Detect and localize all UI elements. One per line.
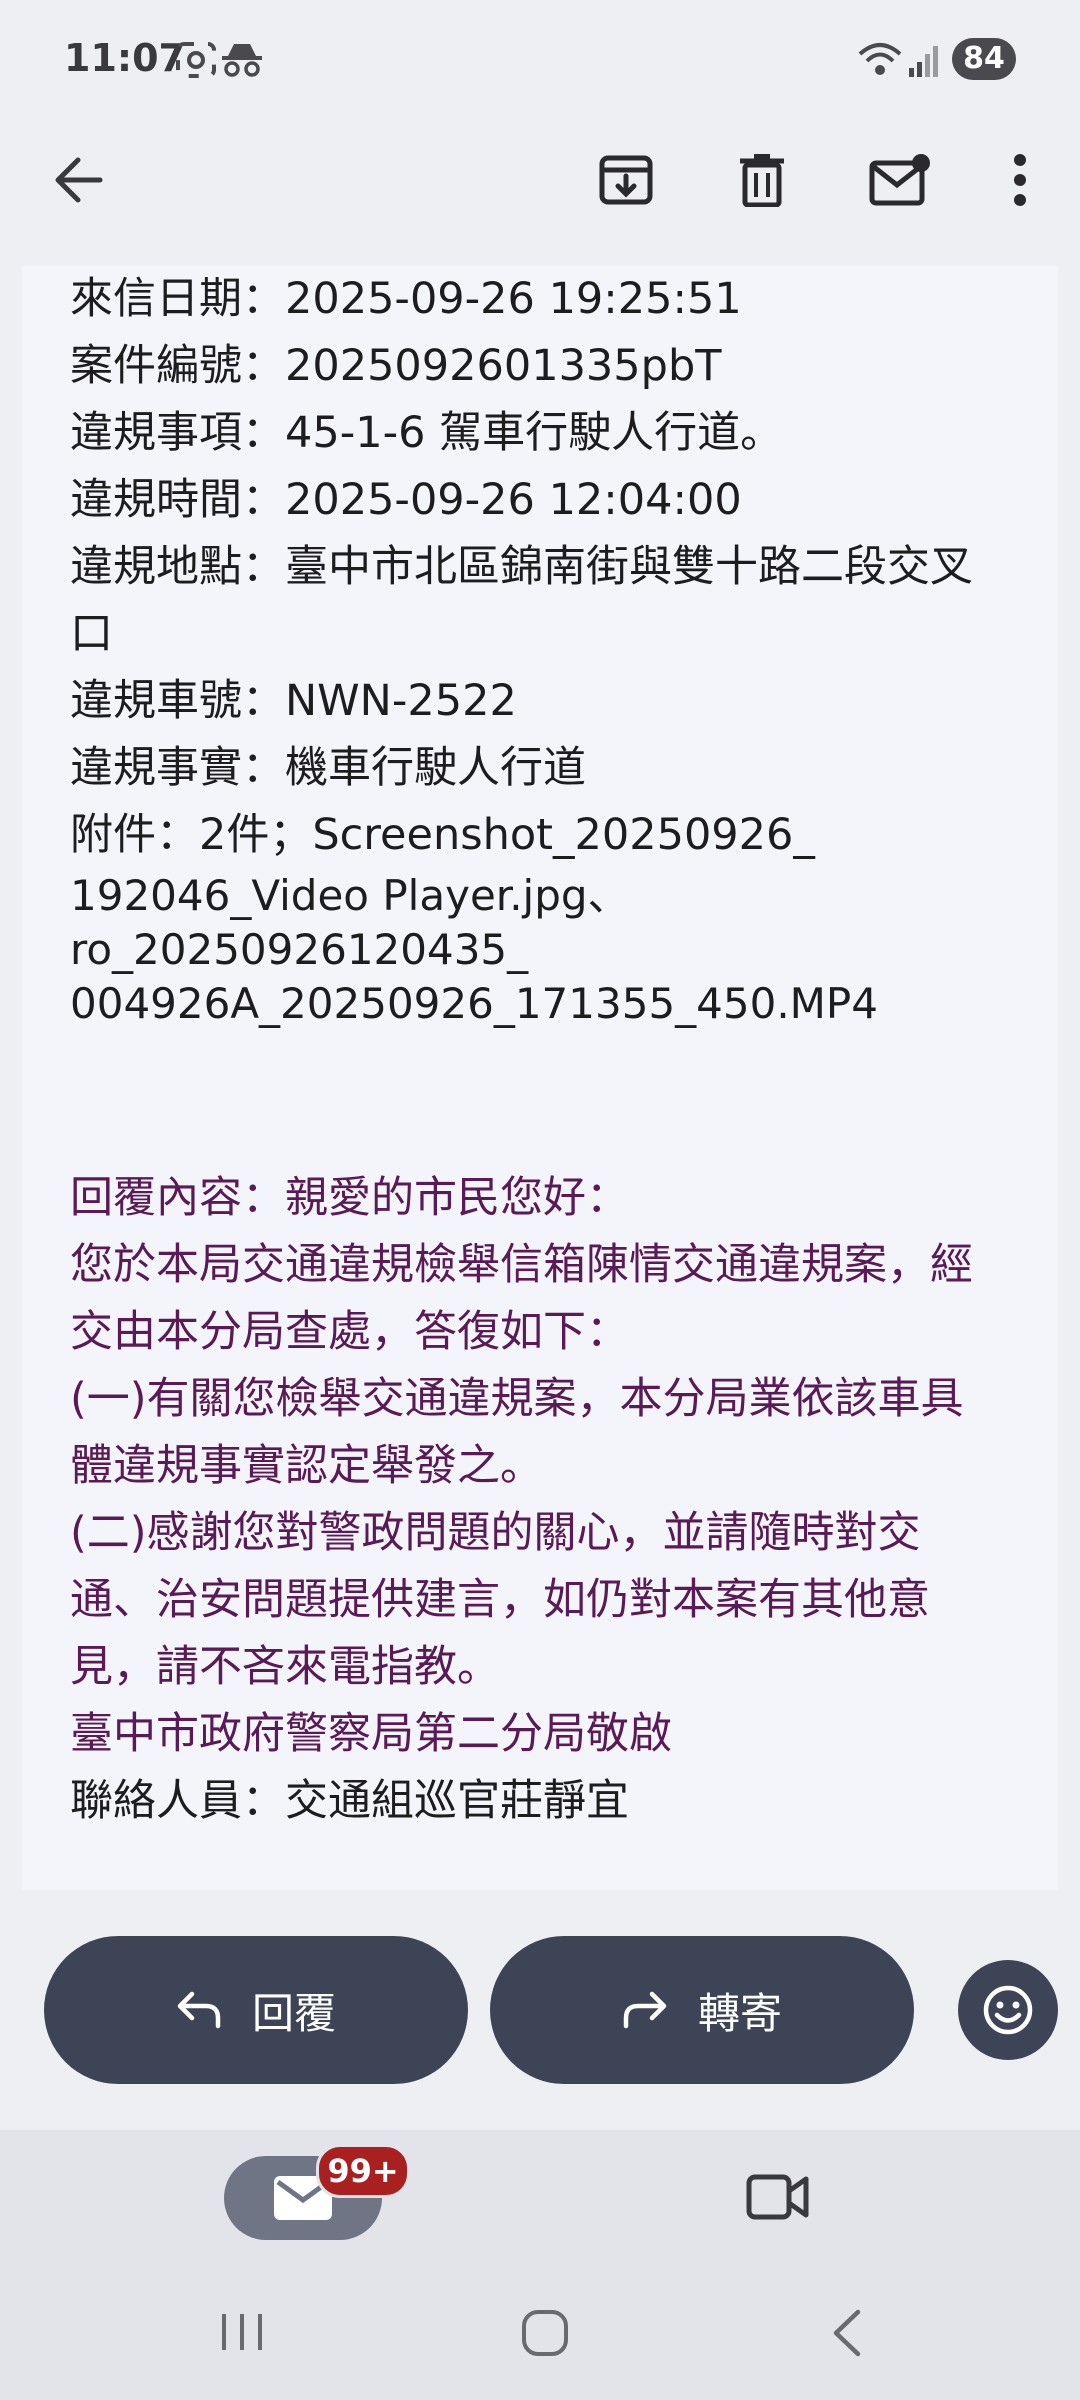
- incognito-icon: [222, 42, 262, 82]
- contact-line: 聯絡人員：交通組巡官莊靜宜: [70, 1776, 629, 1826]
- forward-button[interactable]: 轉寄: [490, 1936, 914, 2084]
- status-time: 11:07: [64, 36, 185, 80]
- trash-icon: [740, 154, 784, 207]
- video-camera-icon: [746, 2174, 809, 2220]
- system-navigation-bar: [0, 2270, 1080, 2400]
- more-options-button[interactable]: [980, 140, 1060, 220]
- mark-unread-button[interactable]: [860, 140, 940, 220]
- reply-line: 見，請不吝來電指教。: [70, 1642, 500, 1692]
- reply-button-label: 回覆: [251, 1988, 336, 2038]
- arrow-left-icon: [55, 157, 103, 203]
- email-line-location: 違規地點：臺中市北區錦南街與雙十路二段交叉: [70, 542, 973, 592]
- email-line-attachment: ro_20250926120435_: [70, 925, 529, 974]
- email-line-attachment: 附件：2件；Screenshot_20250926_: [70, 810, 815, 860]
- email-line-attachment: 004926A_20250926_171355_450.MP4: [70, 979, 878, 1028]
- unread-count-badge: 99+: [316, 2144, 410, 2198]
- reply-icon: [177, 1991, 221, 2029]
- bottom-navigation: [0, 2130, 1080, 2270]
- reply-line: 交由本分局查處，答復如下：: [70, 1307, 629, 1357]
- email-line-violation-item: 違規事項：45-1-6 駕車行駛人行道。: [70, 408, 784, 458]
- battery-level: 84: [952, 38, 1016, 80]
- email-content[interactable]: 來信日期：2025-09-26 19:25:51 案件編號：2025092601…: [22, 266, 1058, 1890]
- email-line-attachment: 192046_Video Player.jpg、: [70, 871, 630, 920]
- email-line-violation-time: 違規時間：2025-09-26 12:04:00: [70, 475, 742, 525]
- recent-apps-icon[interactable]: [218, 2310, 268, 2354]
- archive-icon: [599, 155, 653, 205]
- reply-line: (一)有關您檢舉交通違規案，本分局業依該車具: [70, 1374, 964, 1424]
- reply-signature: 臺中市政府警察局第二分局敬啟: [70, 1709, 672, 1759]
- reply-line: 您於本局交通違規檢舉信箱陳情交通違規案，經: [70, 1240, 973, 1290]
- reply-line: 體違規事實認定舉發之。: [70, 1441, 543, 1491]
- email-line-case-number: 案件編號：2025092601335pbT: [70, 341, 722, 391]
- back-nav-icon[interactable]: [828, 2308, 864, 2358]
- wifi-icon: [858, 42, 902, 82]
- reply-button[interactable]: 回覆: [44, 1936, 468, 2084]
- archive-button[interactable]: [586, 140, 666, 220]
- screenshot-icon: [176, 42, 216, 82]
- mail-unread-icon: [869, 154, 930, 206]
- email-line-date: 來信日期：2025-09-26 19:25:51: [70, 274, 742, 324]
- meet-tab[interactable]: [746, 2172, 810, 2226]
- reply-line: 通、治安問題提供建言，如仍對本案有其他意: [70, 1575, 930, 1625]
- forward-button-label: 轉寄: [697, 1988, 782, 2038]
- more-vert-icon: [1014, 154, 1026, 206]
- delete-button[interactable]: [722, 140, 802, 220]
- smiley-icon: [983, 1985, 1033, 2035]
- forward-icon: [623, 1991, 667, 2029]
- email-line-plate: 違規車號：NWN-2522: [70, 676, 517, 726]
- signal-icon: [908, 42, 942, 82]
- back-button[interactable]: [38, 140, 118, 220]
- reply-line: 回覆內容：親愛的市民您好：: [70, 1173, 629, 1223]
- emoji-reaction-button[interactable]: [958, 1960, 1058, 2060]
- reply-line: (二)感謝您對警政問題的關心，並請隨時對交: [70, 1508, 921, 1558]
- email-line-fact: 違規事實：機車行駛人行道: [70, 743, 586, 793]
- status-bar: 11:07 84: [0, 0, 1080, 120]
- email-body: 來信日期：2025-09-26 19:25:51 案件編號：2025092601…: [70, 266, 1030, 1835]
- email-line-location-cont: 口: [70, 609, 113, 659]
- home-icon[interactable]: [520, 2308, 570, 2358]
